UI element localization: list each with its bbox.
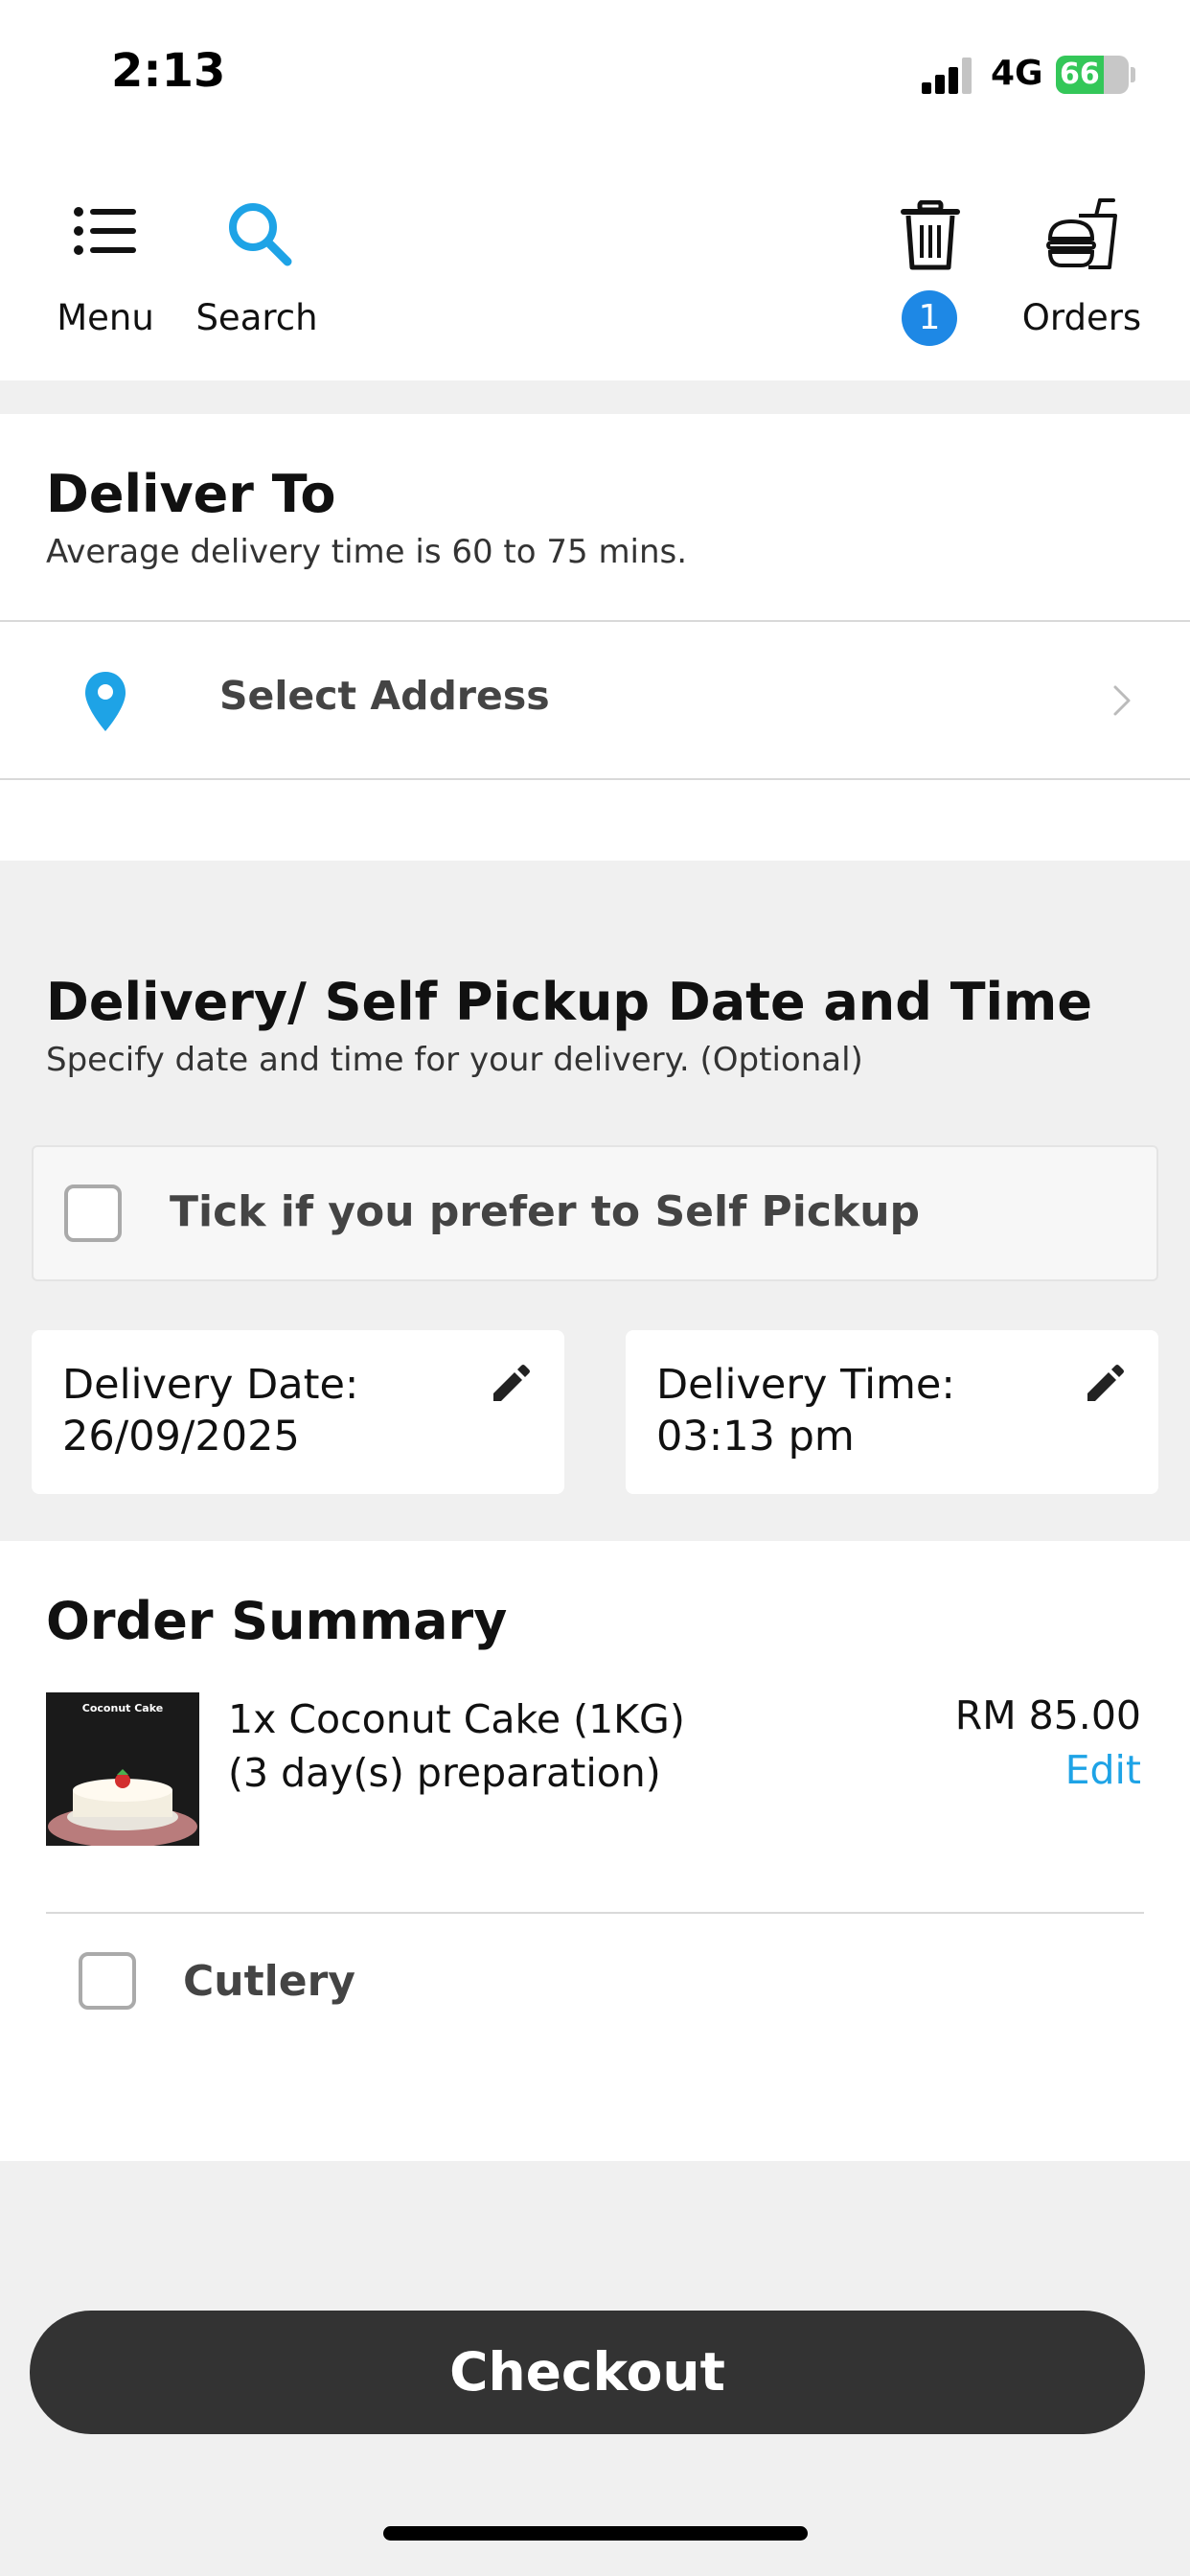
home-indicator	[383, 2526, 808, 2541]
cake-icon	[48, 1769, 197, 1846]
trash-bin-icon	[901, 200, 960, 270]
select-address-row[interactable]: Select Address	[0, 623, 1190, 776]
delivery-date-label: Delivery Date:	[62, 1361, 359, 1409]
pencil-icon[interactable]	[490, 1365, 530, 1405]
burger-drink-icon	[1046, 198, 1117, 269]
orders-label: Orders	[1021, 297, 1142, 338]
pencil-icon[interactable]	[1084, 1365, 1124, 1405]
edit-item-link[interactable]: Edit	[1065, 1747, 1141, 1793]
cutlery-label: Cutlery	[183, 1957, 355, 2006]
divider	[0, 620, 1190, 622]
order-item-name: 1x Coconut Cake (1KG)	[228, 1696, 685, 1742]
divider	[0, 778, 1190, 780]
battery-icon: 66	[1056, 56, 1129, 94]
schedule-subtitle: Specify date and time for your delivery.…	[46, 1041, 863, 1079]
status-time: 2:13	[111, 44, 226, 98]
battery-percent: 66	[1060, 58, 1100, 91]
status-bar: 2:13 4G 66	[0, 0, 1190, 153]
list-icon	[74, 207, 136, 255]
orders-button[interactable]: Orders	[1010, 196, 1154, 350]
checkout-button[interactable]: Checkout	[30, 2311, 1145, 2434]
product-thumbnail-caption: Coconut Cake	[81, 1702, 164, 1714]
order-item-note: (3 day(s) preparation)	[228, 1750, 661, 1796]
schedule-title: Delivery/ Self Pickup Date and Time	[46, 972, 1092, 1032]
self-pickup-label: Tick if you prefer to Self Pickup	[170, 1187, 921, 1236]
divider	[46, 1912, 1144, 1914]
order-item-price: RM 85.00	[954, 1692, 1141, 1738]
chevron-right-icon	[1113, 685, 1131, 716]
delivery-time-value: 03:13 pm	[656, 1413, 855, 1460]
self-pickup-checkbox[interactable]	[64, 1184, 122, 1242]
delivery-date-card[interactable]: Delivery Date: 26/09/2025	[32, 1330, 564, 1494]
location-pin-icon	[85, 672, 126, 731]
delivery-date-value: 26/09/2025	[62, 1413, 300, 1460]
network-type: 4G	[991, 54, 1043, 93]
search-button[interactable]: Search	[190, 196, 324, 350]
signal-strength-icon	[922, 58, 972, 94]
select-address-label: Select Address	[219, 673, 550, 719]
battery-cap	[1131, 67, 1135, 82]
menu-button[interactable]: Menu	[38, 196, 172, 350]
product-thumbnail: Coconut Cake	[46, 1692, 199, 1846]
self-pickup-option[interactable]: Tick if you prefer to Self Pickup	[32, 1145, 1158, 1281]
menu-label: Menu	[57, 297, 154, 338]
delivery-time-label: Delivery Time:	[656, 1361, 955, 1409]
cart-count-badge: 1	[902, 290, 957, 346]
cutlery-checkbox[interactable]	[79, 1952, 136, 2010]
deliver-to-title: Deliver To	[46, 464, 336, 524]
search-icon	[229, 203, 292, 266]
search-label: Search	[195, 297, 318, 338]
deliver-to-subtitle: Average delivery time is 60 to 75 mins.	[46, 533, 688, 571]
order-summary-title: Order Summary	[46, 1591, 508, 1651]
delivery-time-card[interactable]: Delivery Time: 03:13 pm	[626, 1330, 1158, 1494]
